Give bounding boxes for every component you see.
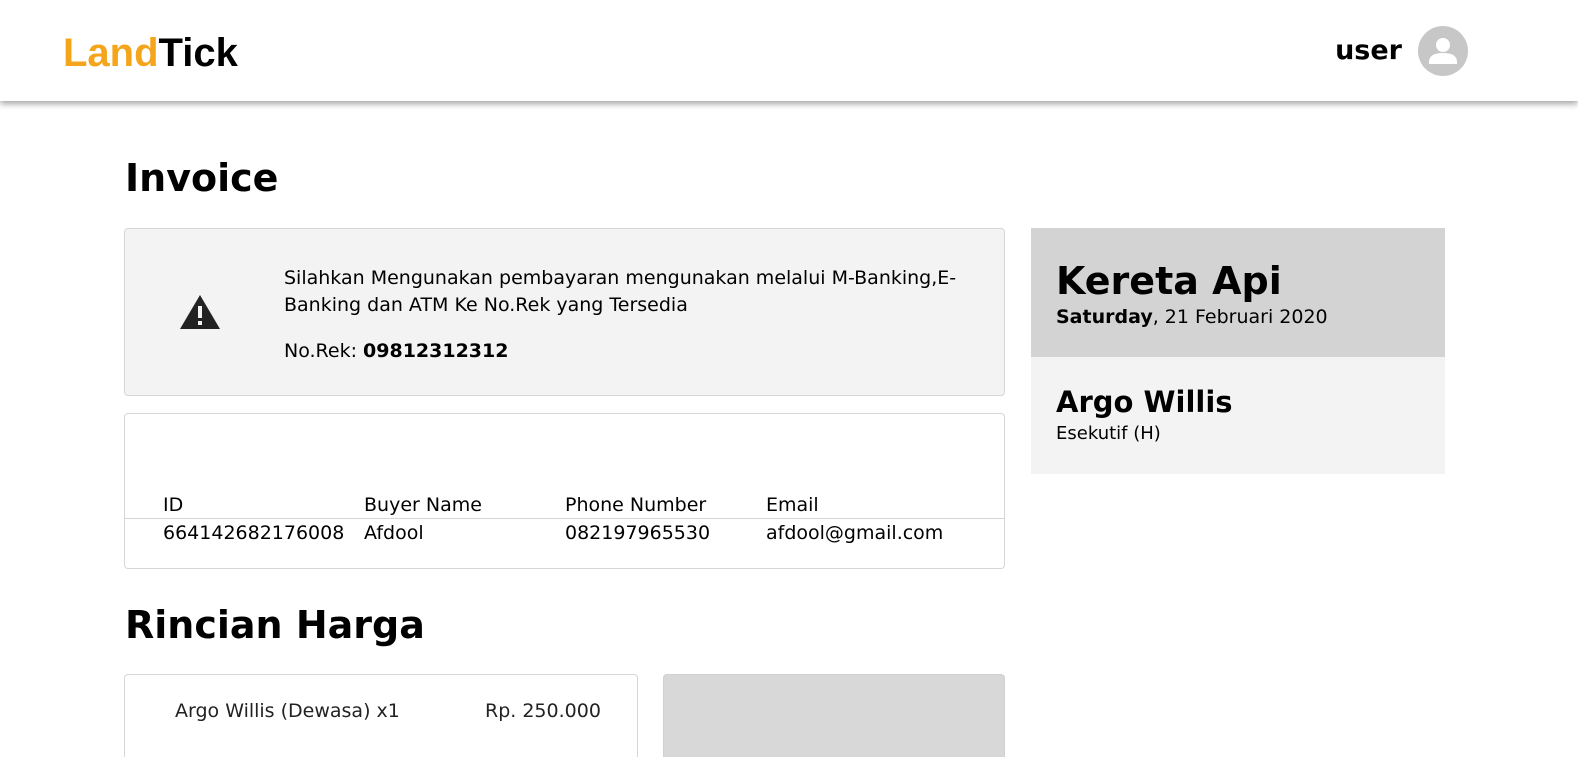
notice-message: Silahkan Mengunakan pembayaran mengunaka… [284, 267, 957, 316]
account-number-value: 09812312312 [363, 340, 509, 362]
train-date: Saturday, 21 Februari 2020 [1056, 304, 1445, 330]
account-number-label: No.Rek: [284, 340, 364, 362]
user-menu[interactable]: user [1335, 26, 1468, 76]
train-card-header: Kereta Api Saturday, 21 Februari 2020 [1031, 228, 1445, 357]
table-header-row: ID Buyer Name Phone Number Email [125, 491, 1004, 519]
logo-tick: Tick [158, 31, 238, 75]
train-day: Saturday [1056, 306, 1153, 328]
user-avatar-icon[interactable] [1418, 26, 1468, 76]
user-name: user [1335, 35, 1402, 66]
train-date-rest: , 21 Februari 2020 [1152, 306, 1328, 328]
price-total-box [663, 674, 1005, 757]
top-navbar: LandTick user [0, 0, 1578, 101]
train-name: Argo Willis [1056, 385, 1233, 419]
cell-phone-number: 082197965530 [565, 522, 711, 544]
price-item-label: Argo Willis (Dewasa) x1 [175, 700, 400, 722]
cell-email: afdool@gmail.com [766, 522, 944, 544]
train-summary-card: Kereta Api Saturday, 21 Februari 2020 Ar… [1031, 228, 1445, 474]
price-section-title: Rincian Harga [125, 603, 425, 647]
price-item-amount: Rp. 250.000 [485, 700, 601, 722]
page-title: Invoice [125, 156, 279, 200]
logo[interactable]: LandTick [63, 30, 238, 76]
payment-notice: Silahkan Mengunakan pembayaran mengunaka… [124, 228, 1005, 396]
train-type: Kereta Api [1056, 259, 1282, 303]
cell-id: 664142682176008 [163, 522, 345, 544]
cell-buyer-name: Afdool [364, 522, 424, 544]
train-card-body: Argo Willis Esekutif (H) [1031, 357, 1445, 474]
warning-icon [180, 295, 220, 329]
header-email: Email [766, 494, 819, 516]
logo-land: Land [63, 31, 159, 75]
header-id: ID [163, 494, 184, 516]
header-phone-number: Phone Number [565, 494, 707, 516]
table-row: 664142682176008 Afdool 082197965530 afdo… [125, 518, 1004, 546]
price-detail-box: Argo Willis (Dewasa) x1 Rp. 250.000 [124, 674, 638, 757]
train-class: Esekutif (H) [1056, 423, 1161, 444]
buyer-info-table: ID Buyer Name Phone Number Email 6641426… [124, 413, 1005, 569]
account-number: No.Rek: 09812312312 [284, 338, 508, 365]
header-buyer-name: Buyer Name [364, 494, 482, 516]
